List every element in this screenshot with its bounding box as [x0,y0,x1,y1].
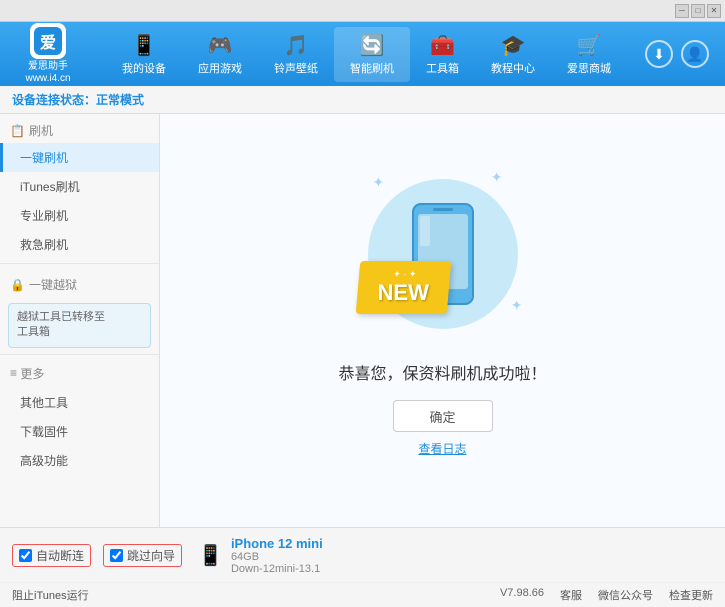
download-button[interactable]: ⬇ [645,40,673,68]
success-text: 恭喜您，保资料刷机成功啦！ [338,360,546,384]
ribbon-stars: ✦ · ✦ [378,269,430,280]
jailbreak-section-icon: 🔒 [10,278,25,292]
more-section-icon: ≡ [10,366,17,380]
logo-inner: 爱 [34,27,62,55]
skip-wizard-label: 跳过向导 [127,547,175,564]
device-storage: 64GB [231,551,323,563]
title-bar: ─ □ ✕ [0,0,725,22]
nav-apps-games[interactable]: 🎮 应用游戏 [182,27,258,82]
status-left: 阻止iTunes运行 [12,587,89,603]
sidebar-item-save-flash[interactable]: 救急刷机 [0,230,159,259]
nav-my-device[interactable]: 📱 我的设备 [106,27,182,82]
device-info: iPhone 12 mini 64GB Down-12mini-13.1 [231,536,323,575]
tutorial-icon: 🎓 [501,33,526,58]
device-firmware: Down-12mini-13.1 [231,563,323,575]
bottom-status-bar: 阻止iTunes运行 V7.98.66 客服 微信公众号 检查更新 [0,583,725,607]
sidebar-divider-1 [0,263,159,264]
content-area: ✦ ✦ ✦ [160,114,725,527]
sidebar-divider-2 [0,354,159,355]
logo-line1: 爱思助手 [25,61,70,73]
main-layout: 📋 刷机 一键刷机 iTunes刷机 专业刷机 救急刷机 🔒 一键越狱 越狱工具… [0,114,725,527]
sparkle-3: ✦ [511,297,523,314]
customer-service-link[interactable]: 客服 [560,587,582,603]
account-button[interactable]: 👤 [681,40,709,68]
sidebar-item-pro-flash[interactable]: 专业刷机 [0,201,159,230]
minimize-button[interactable]: ─ [675,4,689,18]
tutorial-label: 教程中心 [491,60,535,76]
version-label: V7.98.66 [500,587,544,603]
toolbox-icon: 🧰 [430,33,455,58]
sidebar-item-advanced[interactable]: 高级功能 [0,446,159,475]
device-phone-icon: 📱 [198,543,223,568]
maximize-button[interactable]: □ [691,4,705,18]
bottom-device-area: 自动断连 跳过向导 📱 iPhone 12 mini 64GB Down-12m… [0,528,725,583]
logo-icon: 爱 [30,23,66,59]
auto-close-checkbox[interactable]: 自动断连 [12,544,91,567]
mall-icon: 🛒 [577,33,602,58]
smart-shop-icon: 🔄 [360,33,385,58]
status-value: 正常模式 [96,91,144,108]
sidebar: 📋 刷机 一键刷机 iTunes刷机 专业刷机 救急刷机 🔒 一键越狱 越狱工具… [0,114,160,527]
flash-section-icon: 📋 [10,124,25,138]
toolbox-label: 工具箱 [426,60,459,76]
mall-label: 爱思商城 [567,60,611,76]
sparkle-2: ✦ [491,169,503,186]
bottom-checkboxes: 自动断连 跳过向导 [12,544,182,567]
sidebar-section-flash: 📋 刷机 [0,114,159,143]
ribbon-text: NEW [377,280,428,306]
ringtones-icon: 🎵 [284,33,309,58]
nav-smart-shop[interactable]: 🔄 智能刷机 [334,27,410,82]
phone-illustration: ✦ ✦ ✦ [353,164,533,344]
bottom-bar: 自动断连 跳过向导 📱 iPhone 12 mini 64GB Down-12m… [0,527,725,607]
window-controls[interactable]: ─ □ ✕ [675,4,721,18]
my-device-icon: 📱 [132,33,157,58]
status-bar: 设备连接状态： 正常模式 [0,86,725,114]
status-right: V7.98.66 客服 微信公众号 检查更新 [500,587,713,603]
illustration-area: ✦ ✦ ✦ [160,114,725,527]
status-prefix: 设备连接状态： [12,91,96,108]
wechat-link[interactable]: 微信公众号 [598,587,653,603]
sidebar-item-download-firmware[interactable]: 下载固件 [0,417,159,446]
close-button[interactable]: ✕ [707,4,721,18]
auto-close-label: 自动断连 [36,547,84,564]
nav-ringtones[interactable]: 🎵 铃声壁纸 [258,27,334,82]
smart-shop-label: 智能刷机 [350,60,394,76]
more-section-label: 更多 [20,365,44,382]
logo-line2: www.i4.cn [25,73,70,85]
stop-itunes-link[interactable]: 阻止iTunes运行 [12,587,89,603]
apps-games-icon: 🎮 [208,33,233,58]
device-name: iPhone 12 mini [231,536,323,551]
jailbreak-section-label: 一键越狱 [29,276,77,293]
header: 爱 爱思助手 www.i4.cn 📱 我的设备 🎮 应用游戏 🎵 铃声壁纸 🔄 … [0,22,725,86]
nav-tutorial[interactable]: 🎓 教程中心 [475,27,551,82]
my-device-label: 我的设备 [122,60,166,76]
sidebar-section-jailbreak: 🔒 一键越狱 [0,268,159,297]
sidebar-section-more: ≡ 更多 [0,359,159,388]
flash-section-label: 刷机 [29,122,53,139]
jailbreak-notice: 越狱工具已转移至工具箱 [8,303,151,348]
new-ribbon: ✦ · ✦ NEW [355,261,451,314]
nav-toolbox[interactable]: 🧰 工具箱 [410,27,475,82]
auto-close-input[interactable] [19,549,32,562]
sidebar-item-itunes-flash[interactable]: iTunes刷机 [0,172,159,201]
apps-games-label: 应用游戏 [198,60,242,76]
goto-log-link[interactable]: 查看日志 [418,440,466,457]
nav-mall[interactable]: 🛒 爱思商城 [551,27,627,82]
skip-wizard-checkbox[interactable]: 跳过向导 [103,544,182,567]
sidebar-item-other-tools[interactable]: 其他工具 [0,388,159,417]
logo: 爱 爱思助手 www.i4.cn [8,23,88,85]
sparkle-1: ✦ [373,174,385,191]
sidebar-item-one-key-flash[interactable]: 一键刷机 [0,143,159,172]
header-right-buttons: ⬇ 👤 [645,40,717,68]
check-update-link[interactable]: 检查更新 [669,587,713,603]
nav-bar: 📱 我的设备 🎮 应用游戏 🎵 铃声壁纸 🔄 智能刷机 🧰 工具箱 🎓 教程中心… [88,27,645,82]
ringtones-label: 铃声壁纸 [274,60,318,76]
skip-wizard-input[interactable] [110,549,123,562]
phone-bg-circle: ✦ · ✦ NEW [368,179,518,329]
confirm-button[interactable]: 确定 [393,400,493,432]
